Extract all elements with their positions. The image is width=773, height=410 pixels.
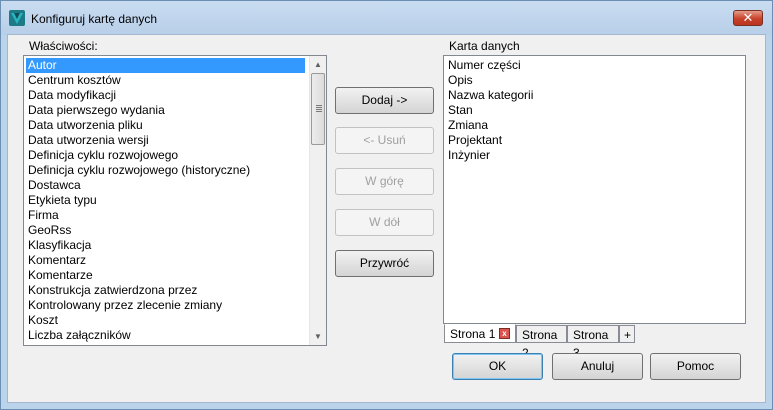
thumb-grip (316, 111, 322, 112)
datacard-label: Karta danych (449, 39, 520, 53)
datacard-list-item[interactable]: Numer części (446, 58, 521, 73)
property-list-item[interactable]: Data pierwszego wydania (26, 103, 165, 118)
app-icon (9, 10, 25, 26)
property-list-item[interactable]: Definicja cyklu rozwojowego (historyczne… (26, 163, 250, 178)
datacard-list-item[interactable]: Stan (446, 103, 473, 118)
property-list-item[interactable]: Konstrukcja zatwierdzona przez (26, 283, 197, 298)
thumb-grip (316, 107, 322, 108)
property-list-item[interactable]: Centrum kosztów (26, 73, 121, 88)
properties-label: Właściwości: (29, 39, 98, 53)
datacard-listbox[interactable]: Numer części Opis Nazwa kategorii Stan Zmian… (443, 55, 746, 324)
properties-listbox[interactable]: Autor Centrum kosztów Data modyfikacji Data… (23, 55, 327, 346)
close-icon: ✕ (742, 10, 754, 25)
property-list-item[interactable]: Dostawca (26, 178, 81, 193)
help-button[interactable]: Pomoc (650, 353, 741, 380)
property-list-item[interactable]: Etykieta typu (26, 193, 97, 208)
property-list-item[interactable]: Koszt (26, 313, 58, 328)
close-window-button[interactable]: ✕ (733, 10, 763, 26)
tab-strona-2[interactable]: Strona 2 (516, 325, 567, 360)
plus-icon: + (624, 328, 632, 342)
thumb-grip (316, 105, 322, 106)
property-list-item[interactable]: GeoRss (26, 223, 71, 238)
property-list-item[interactable]: Komentarze (26, 268, 93, 283)
tab-strona-1[interactable]: Strona 1 x (444, 324, 516, 343)
property-list-item[interactable]: Komentarz (26, 253, 86, 268)
cancel-button[interactable]: Anuluj (552, 353, 643, 380)
tab-strona-3[interactable]: Strona 3 (567, 325, 619, 360)
property-list-item[interactable]: Liczba załączników (26, 328, 131, 343)
ok-button[interactable]: OK (452, 353, 543, 380)
datacard-list-item[interactable]: Nazwa kategorii (446, 88, 533, 103)
move-up-button[interactable]: W górę (335, 168, 434, 195)
property-list-item[interactable]: Klasyfikacja (26, 238, 91, 253)
dialog-client-area: Właściwości: Autor Centrum kosztów Data mo… (7, 34, 766, 403)
datacard-list-item[interactable]: Zmiana (446, 118, 488, 133)
datacard-list-item[interactable]: Projektant (446, 133, 502, 148)
properties-scrollbar[interactable]: ▲ ▼ (309, 56, 326, 345)
property-list-item[interactable]: Autor (26, 58, 305, 73)
property-list-item[interactable]: Data modyfikacji (26, 88, 116, 103)
scroll-up-arrow-icon[interactable]: ▲ (310, 56, 326, 73)
restore-button[interactable]: Przywróć (335, 250, 434, 277)
scroll-down-arrow-icon[interactable]: ▼ (310, 328, 326, 345)
property-list-item[interactable]: Data utworzenia wersji (26, 133, 149, 148)
property-list-item[interactable]: Kontrolowany przez zlecenie zmiany (26, 298, 222, 313)
datacard-list-item[interactable]: Inżynier (446, 148, 490, 163)
tab-label: Strona 1 (450, 327, 496, 341)
remove-button[interactable]: <- Usuń (335, 127, 434, 154)
dialog-window: Konfiguruj kartę danych ✕ Właściwości: A… (0, 0, 773, 410)
property-list-item[interactable]: Firma (26, 208, 59, 223)
thumb-grip (316, 109, 322, 110)
move-down-button[interactable]: W dół (335, 209, 434, 236)
scroll-thumb[interactable] (311, 73, 325, 145)
add-button[interactable]: Dodaj -> (335, 87, 434, 114)
datacard-list-item[interactable]: Opis (446, 73, 473, 88)
property-list-item[interactable]: Definicja cyklu rozwojowego (26, 148, 178, 163)
property-list-item[interactable]: Data utworzenia pliku (26, 118, 143, 133)
add-tab-button[interactable]: + (619, 325, 635, 343)
window-title: Konfiguruj kartę danych (31, 12, 158, 26)
title-bar[interactable]: Konfiguruj kartę danych ✕ (1, 1, 772, 35)
tab-close-icon[interactable]: x (499, 328, 510, 339)
